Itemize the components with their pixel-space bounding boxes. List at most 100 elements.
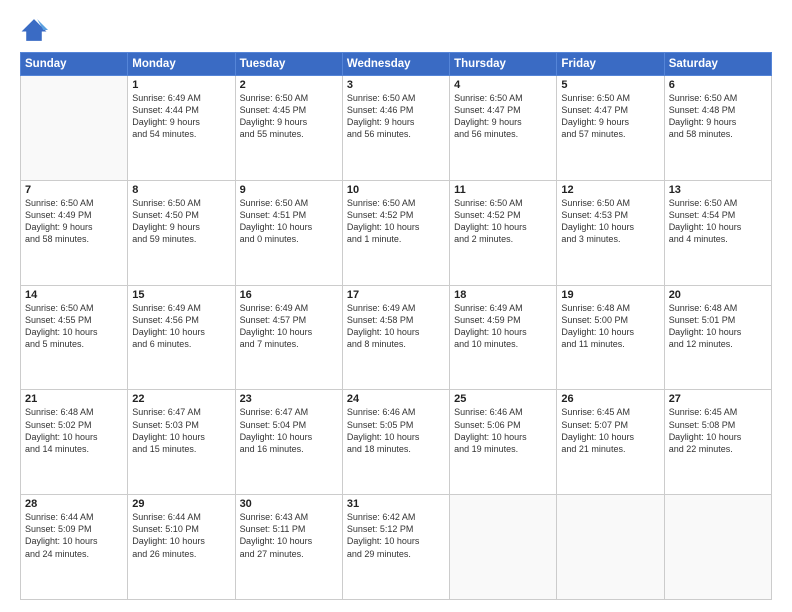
day-info: Sunrise: 6:49 AM Sunset: 4:59 PM Dayligh… — [454, 302, 552, 351]
day-number: 18 — [454, 289, 552, 301]
day-info: Sunrise: 6:48 AM Sunset: 5:00 PM Dayligh… — [561, 302, 659, 351]
day-info: Sunrise: 6:50 AM Sunset: 4:55 PM Dayligh… — [25, 302, 123, 351]
day-info: Sunrise: 6:48 AM Sunset: 5:01 PM Dayligh… — [669, 302, 767, 351]
day-number: 5 — [561, 79, 659, 91]
logo-icon — [20, 16, 48, 44]
day-info: Sunrise: 6:44 AM Sunset: 5:09 PM Dayligh… — [25, 511, 123, 560]
calendar-cell: 12Sunrise: 6:50 AM Sunset: 4:53 PM Dayli… — [557, 180, 664, 285]
calendar-cell: 5Sunrise: 6:50 AM Sunset: 4:47 PM Daylig… — [557, 76, 664, 181]
day-info: Sunrise: 6:50 AM Sunset: 4:48 PM Dayligh… — [669, 92, 767, 141]
logo — [20, 16, 52, 44]
calendar-cell: 2Sunrise: 6:50 AM Sunset: 4:45 PM Daylig… — [235, 76, 342, 181]
calendar-cell: 25Sunrise: 6:46 AM Sunset: 5:06 PM Dayli… — [450, 390, 557, 495]
day-number: 20 — [669, 289, 767, 301]
day-number: 10 — [347, 184, 445, 196]
day-number: 30 — [240, 498, 338, 510]
calendar-cell: 19Sunrise: 6:48 AM Sunset: 5:00 PM Dayli… — [557, 285, 664, 390]
calendar-cell: 29Sunrise: 6:44 AM Sunset: 5:10 PM Dayli… — [128, 495, 235, 600]
day-number: 23 — [240, 393, 338, 405]
weekday-header-wednesday: Wednesday — [342, 53, 449, 76]
calendar-cell: 27Sunrise: 6:45 AM Sunset: 5:08 PM Dayli… — [664, 390, 771, 495]
day-info: Sunrise: 6:47 AM Sunset: 5:04 PM Dayligh… — [240, 406, 338, 455]
day-info: Sunrise: 6:43 AM Sunset: 5:11 PM Dayligh… — [240, 511, 338, 560]
calendar-header: SundayMondayTuesdayWednesdayThursdayFrid… — [21, 53, 772, 76]
weekday-header-friday: Friday — [557, 53, 664, 76]
day-number: 26 — [561, 393, 659, 405]
day-info: Sunrise: 6:42 AM Sunset: 5:12 PM Dayligh… — [347, 511, 445, 560]
day-number: 21 — [25, 393, 123, 405]
calendar-cell: 10Sunrise: 6:50 AM Sunset: 4:52 PM Dayli… — [342, 180, 449, 285]
day-number: 24 — [347, 393, 445, 405]
weekday-header-sunday: Sunday — [21, 53, 128, 76]
day-info: Sunrise: 6:49 AM Sunset: 4:58 PM Dayligh… — [347, 302, 445, 351]
calendar-cell: 22Sunrise: 6:47 AM Sunset: 5:03 PM Dayli… — [128, 390, 235, 495]
day-number: 25 — [454, 393, 552, 405]
calendar-week-row: 7Sunrise: 6:50 AM Sunset: 4:49 PM Daylig… — [21, 180, 772, 285]
calendar-cell: 20Sunrise: 6:48 AM Sunset: 5:01 PM Dayli… — [664, 285, 771, 390]
calendar-cell: 14Sunrise: 6:50 AM Sunset: 4:55 PM Dayli… — [21, 285, 128, 390]
day-info: Sunrise: 6:48 AM Sunset: 5:02 PM Dayligh… — [25, 406, 123, 455]
calendar-table: SundayMondayTuesdayWednesdayThursdayFrid… — [20, 52, 772, 600]
calendar-cell: 23Sunrise: 6:47 AM Sunset: 5:04 PM Dayli… — [235, 390, 342, 495]
day-info: Sunrise: 6:50 AM Sunset: 4:53 PM Dayligh… — [561, 197, 659, 246]
calendar-cell — [664, 495, 771, 600]
header — [20, 16, 772, 44]
day-number: 27 — [669, 393, 767, 405]
calendar-cell: 3Sunrise: 6:50 AM Sunset: 4:46 PM Daylig… — [342, 76, 449, 181]
day-info: Sunrise: 6:46 AM Sunset: 5:06 PM Dayligh… — [454, 406, 552, 455]
day-info: Sunrise: 6:49 AM Sunset: 4:56 PM Dayligh… — [132, 302, 230, 351]
day-number: 8 — [132, 184, 230, 196]
weekday-header-tuesday: Tuesday — [235, 53, 342, 76]
day-info: Sunrise: 6:50 AM Sunset: 4:51 PM Dayligh… — [240, 197, 338, 246]
calendar-cell: 9Sunrise: 6:50 AM Sunset: 4:51 PM Daylig… — [235, 180, 342, 285]
day-info: Sunrise: 6:50 AM Sunset: 4:47 PM Dayligh… — [561, 92, 659, 141]
calendar-cell: 1Sunrise: 6:49 AM Sunset: 4:44 PM Daylig… — [128, 76, 235, 181]
day-info: Sunrise: 6:46 AM Sunset: 5:05 PM Dayligh… — [347, 406, 445, 455]
day-number: 17 — [347, 289, 445, 301]
day-number: 3 — [347, 79, 445, 91]
day-info: Sunrise: 6:50 AM Sunset: 4:49 PM Dayligh… — [25, 197, 123, 246]
day-number: 22 — [132, 393, 230, 405]
calendar-cell: 30Sunrise: 6:43 AM Sunset: 5:11 PM Dayli… — [235, 495, 342, 600]
calendar-cell: 8Sunrise: 6:50 AM Sunset: 4:50 PM Daylig… — [128, 180, 235, 285]
day-number: 28 — [25, 498, 123, 510]
day-info: Sunrise: 6:50 AM Sunset: 4:45 PM Dayligh… — [240, 92, 338, 141]
weekday-header-row: SundayMondayTuesdayWednesdayThursdayFrid… — [21, 53, 772, 76]
calendar-cell: 18Sunrise: 6:49 AM Sunset: 4:59 PM Dayli… — [450, 285, 557, 390]
calendar-cell — [21, 76, 128, 181]
calendar-cell: 11Sunrise: 6:50 AM Sunset: 4:52 PM Dayli… — [450, 180, 557, 285]
calendar-cell: 16Sunrise: 6:49 AM Sunset: 4:57 PM Dayli… — [235, 285, 342, 390]
calendar-cell: 13Sunrise: 6:50 AM Sunset: 4:54 PM Dayli… — [664, 180, 771, 285]
day-info: Sunrise: 6:50 AM Sunset: 4:46 PM Dayligh… — [347, 92, 445, 141]
calendar-cell: 26Sunrise: 6:45 AM Sunset: 5:07 PM Dayli… — [557, 390, 664, 495]
day-number: 9 — [240, 184, 338, 196]
calendar-cell: 6Sunrise: 6:50 AM Sunset: 4:48 PM Daylig… — [664, 76, 771, 181]
day-info: Sunrise: 6:50 AM Sunset: 4:47 PM Dayligh… — [454, 92, 552, 141]
day-info: Sunrise: 6:44 AM Sunset: 5:10 PM Dayligh… — [132, 511, 230, 560]
day-number: 7 — [25, 184, 123, 196]
day-number: 6 — [669, 79, 767, 91]
day-number: 29 — [132, 498, 230, 510]
calendar-cell: 7Sunrise: 6:50 AM Sunset: 4:49 PM Daylig… — [21, 180, 128, 285]
day-info: Sunrise: 6:50 AM Sunset: 4:52 PM Dayligh… — [454, 197, 552, 246]
day-number: 16 — [240, 289, 338, 301]
calendar-cell: 24Sunrise: 6:46 AM Sunset: 5:05 PM Dayli… — [342, 390, 449, 495]
calendar-week-row: 1Sunrise: 6:49 AM Sunset: 4:44 PM Daylig… — [21, 76, 772, 181]
page: SundayMondayTuesdayWednesdayThursdayFrid… — [0, 0, 792, 612]
day-number: 1 — [132, 79, 230, 91]
day-info: Sunrise: 6:47 AM Sunset: 5:03 PM Dayligh… — [132, 406, 230, 455]
calendar-cell — [557, 495, 664, 600]
calendar-week-row: 28Sunrise: 6:44 AM Sunset: 5:09 PM Dayli… — [21, 495, 772, 600]
day-number: 13 — [669, 184, 767, 196]
day-number: 12 — [561, 184, 659, 196]
calendar-cell: 31Sunrise: 6:42 AM Sunset: 5:12 PM Dayli… — [342, 495, 449, 600]
day-number: 4 — [454, 79, 552, 91]
calendar-cell — [450, 495, 557, 600]
calendar-cell: 21Sunrise: 6:48 AM Sunset: 5:02 PM Dayli… — [21, 390, 128, 495]
day-info: Sunrise: 6:50 AM Sunset: 4:54 PM Dayligh… — [669, 197, 767, 246]
day-number: 11 — [454, 184, 552, 196]
day-number: 19 — [561, 289, 659, 301]
day-info: Sunrise: 6:45 AM Sunset: 5:08 PM Dayligh… — [669, 406, 767, 455]
day-info: Sunrise: 6:49 AM Sunset: 4:57 PM Dayligh… — [240, 302, 338, 351]
calendar-body: 1Sunrise: 6:49 AM Sunset: 4:44 PM Daylig… — [21, 76, 772, 600]
